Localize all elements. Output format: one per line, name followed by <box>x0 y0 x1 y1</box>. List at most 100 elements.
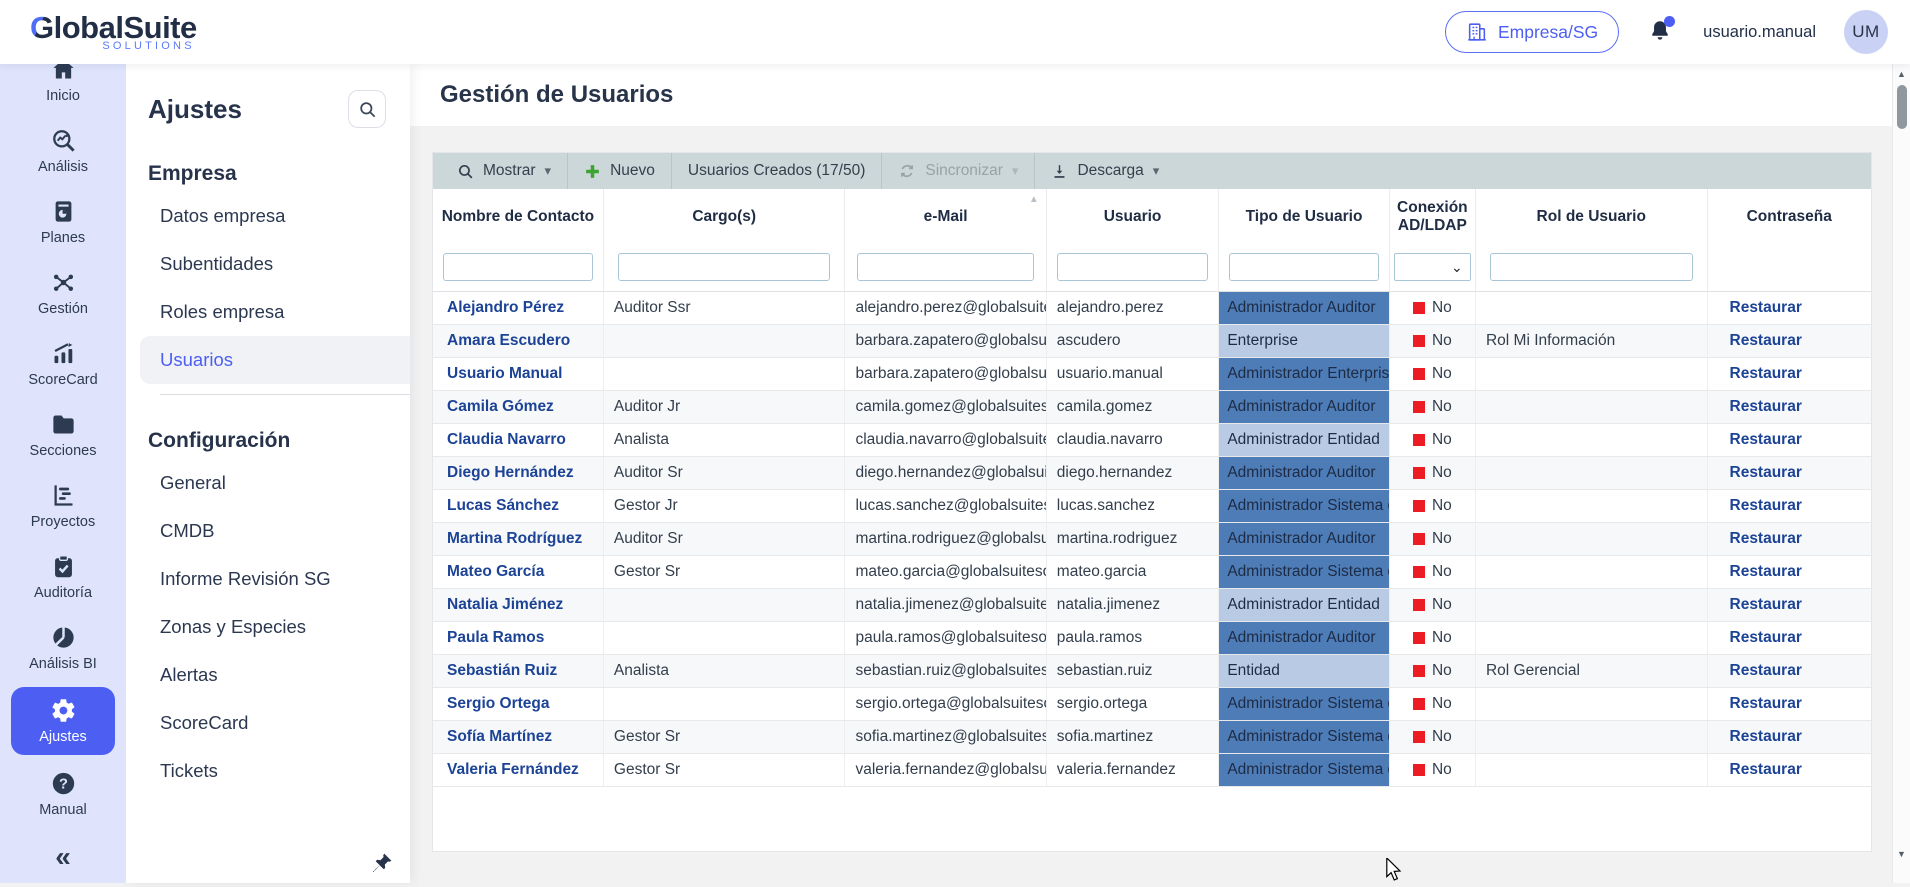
panel-item-general[interactable]: General <box>126 459 410 507</box>
filter-input-cargo-s[interactable] <box>618 253 830 281</box>
sidebar-item-secciones[interactable]: Secciones <box>8 403 118 467</box>
cargo-cell: Gestor Sr <box>603 753 845 786</box>
column-header-nombre-de-contacto[interactable]: Nombre de Contacto <box>433 189 603 244</box>
user-name-link[interactable]: Sebastián Ruiz <box>433 654 603 687</box>
restaurar-link[interactable]: Restaurar <box>1707 522 1871 555</box>
restaurar-link[interactable]: Restaurar <box>1707 390 1871 423</box>
notifications-bell[interactable] <box>1647 17 1675 47</box>
restaurar-link[interactable]: Restaurar <box>1707 687 1871 720</box>
usuarios-creados-counter: Usuarios Creados (17/50) <box>672 153 882 189</box>
conexion-adldap-cell: No <box>1389 390 1475 423</box>
restaurar-link[interactable]: Restaurar <box>1707 291 1871 324</box>
sidebar-item-manual[interactable]: ?Manual <box>8 762 118 826</box>
conexion-adldap-cell: No <box>1389 720 1475 753</box>
panel-item-tickets[interactable]: Tickets <box>126 747 410 795</box>
restaurar-link[interactable]: Restaurar <box>1707 753 1871 786</box>
user-name-link[interactable]: Lucas Sánchez <box>433 489 603 522</box>
table-row: Valeria FernándezGestor Srvaleria.fernan… <box>433 753 1871 786</box>
restaurar-link[interactable]: Restaurar <box>1707 489 1871 522</box>
mostrar-button[interactable]: Mostrar ▾ <box>441 153 568 189</box>
status-red-square-icon <box>1413 533 1425 545</box>
sidebar-item-analisis-bi[interactable]: Análisis BI <box>8 616 118 680</box>
conexion-value: No <box>1432 728 1452 746</box>
column-header-rol-de-usuario[interactable]: Rol de Usuario <box>1475 189 1707 244</box>
sidebar-item-scorecard[interactable]: ScoreCard <box>8 332 118 396</box>
sidebar-item-gestion[interactable]: Gestión <box>8 261 118 325</box>
restaurar-link[interactable]: Restaurar <box>1707 324 1871 357</box>
column-header-conexion-ad-ldap[interactable]: Conexión AD/LDAP <box>1389 189 1475 244</box>
column-header-cargo-s[interactable]: Cargo(s) <box>603 189 845 244</box>
sidebar-collapse-button[interactable]: « <box>0 841 126 883</box>
user-name-link[interactable]: Amara Escudero <box>433 324 603 357</box>
restaurar-link[interactable]: Restaurar <box>1707 423 1871 456</box>
sidebar-item-analisis[interactable]: Análisis <box>8 119 118 183</box>
panel-item-subentidades[interactable]: Subentidades <box>126 240 410 288</box>
pin-icon[interactable] <box>370 851 394 875</box>
panel-item-datos-empresa[interactable]: Datos empresa <box>126 192 410 240</box>
company-sg-button[interactable]: Empresa/SG <box>1445 11 1619 53</box>
restaurar-link[interactable]: Restaurar <box>1707 456 1871 489</box>
user-name-link[interactable]: Diego Hernández <box>433 456 603 489</box>
column-header-tipo-de-usuario[interactable]: Tipo de Usuario <box>1219 189 1389 244</box>
filter-select-conexion-ad-ldap[interactable]: ⌄ <box>1394 253 1471 281</box>
user-name-link[interactable]: Valeria Fernández <box>433 753 603 786</box>
user-avatar[interactable]: UM <box>1844 10 1888 54</box>
usuario-cell: usuario.manual <box>1046 357 1219 390</box>
panel-item-zonas-y-especies[interactable]: Zonas y Especies <box>126 603 410 651</box>
column-header-contrasena[interactable]: Contraseña <box>1707 189 1871 244</box>
cargo-cell <box>603 588 845 621</box>
user-name-link[interactable]: Alejandro Pérez <box>433 291 603 324</box>
email-cell: camila.gomez@globalsuitesc <box>845 390 1046 423</box>
restaurar-link[interactable]: Restaurar <box>1707 621 1871 654</box>
panel-item-roles-empresa[interactable]: Roles empresa <box>126 288 410 336</box>
restaurar-link[interactable]: Restaurar <box>1707 654 1871 687</box>
tipo-usuario-cell: Administrador Enterprise <box>1219 357 1389 390</box>
panel-search-button[interactable] <box>348 90 386 128</box>
filter-input-tipo-de-usuario[interactable] <box>1229 253 1378 281</box>
panel-item-cmdb[interactable]: CMDB <box>126 507 410 555</box>
scroll-up-arrow[interactable]: ▲ <box>1893 64 1910 79</box>
vertical-scrollbar[interactable]: ▲ ▼ <box>1892 64 1910 883</box>
nuevo-button[interactable]: Nuevo <box>568 153 672 189</box>
sidebar-item-inicio[interactable]: Inicio <box>8 64 118 112</box>
descarga-button[interactable]: Descarga ▾ <box>1035 153 1175 189</box>
filter-input-e-mail[interactable] <box>857 253 1033 281</box>
user-name-link[interactable]: Martina Rodríguez <box>433 522 603 555</box>
scroll-down-arrow[interactable]: ▼ <box>1893 849 1910 859</box>
user-name-link[interactable]: Sergio Ortega <box>433 687 603 720</box>
panel-item-usuarios[interactable]: Usuarios <box>140 336 410 384</box>
table-row: Lucas SánchezGestor Jrlucas.sanchez@glob… <box>433 489 1871 522</box>
filter-input-nombre-de-contacto[interactable] <box>443 253 593 281</box>
restaurar-link[interactable]: Restaurar <box>1707 720 1871 753</box>
restaurar-link[interactable]: Restaurar <box>1707 357 1871 390</box>
column-header-e-mail[interactable]: e-Mail▲ <box>845 189 1046 244</box>
column-header-usuario[interactable]: Usuario <box>1046 189 1219 244</box>
sidebar-item-proyectos[interactable]: Proyectos <box>8 474 118 538</box>
panel-item-scorecard[interactable]: ScoreCard <box>126 699 410 747</box>
scrollbar-thumb[interactable] <box>1897 85 1907 129</box>
plus-icon <box>584 163 601 180</box>
email-cell: martina.rodriguez@globalsui <box>845 522 1046 555</box>
user-name-link[interactable]: Camila Gómez <box>433 390 603 423</box>
restaurar-link[interactable]: Restaurar <box>1707 555 1871 588</box>
top-header-bar: GlobalSuite SOLUTIONS Empresa/SG usuario… <box>0 0 1910 64</box>
sidebar-item-planes[interactable]: Planes <box>8 190 118 254</box>
rol-usuario-cell <box>1475 522 1707 555</box>
filter-input-usuario[interactable] <box>1057 253 1208 281</box>
user-name-link[interactable]: Paula Ramos <box>433 621 603 654</box>
sincronizar-button[interactable]: Sincronizar ▾ <box>882 153 1035 189</box>
restaurar-link[interactable]: Restaurar <box>1707 588 1871 621</box>
usuario-cell: paula.ramos <box>1046 621 1219 654</box>
user-name-link[interactable]: Natalia Jiménez <box>433 588 603 621</box>
user-name-link[interactable]: Sofía Martínez <box>433 720 603 753</box>
user-name-link[interactable]: Claudia Navarro <box>433 423 603 456</box>
user-name-link[interactable]: Mateo García <box>433 555 603 588</box>
conexion-adldap-cell: No <box>1389 621 1475 654</box>
rol-usuario-cell <box>1475 423 1707 456</box>
filter-input-rol-de-usuario[interactable] <box>1490 253 1693 281</box>
user-name-link[interactable]: Usuario Manual <box>433 357 603 390</box>
sidebar-item-ajustes[interactable]: Ajustes <box>11 687 115 755</box>
sidebar-item-auditoria[interactable]: Auditoría <box>8 545 118 609</box>
panel-item-alertas[interactable]: Alertas <box>126 651 410 699</box>
panel-item-informe-revision-sg[interactable]: Informe Revisión SG <box>126 555 410 603</box>
